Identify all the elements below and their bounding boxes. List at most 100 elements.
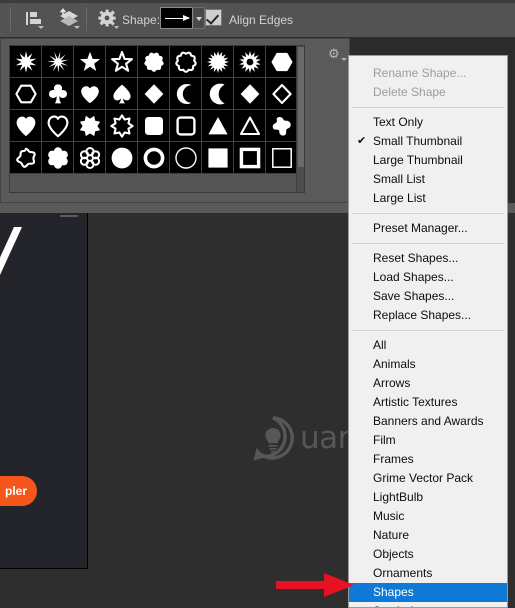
shape-swatch-diamond-outline[interactable]	[266, 78, 298, 110]
menu-item-reset-shapes[interactable]: Reset Shapes...	[349, 249, 507, 268]
promo-logo-icon	[0, 227, 22, 275]
chevron-down-icon	[341, 58, 347, 61]
shape-swatch-heart-outline[interactable]	[42, 110, 74, 142]
shape-swatch-heart-filled[interactable]	[10, 110, 42, 142]
shape-swatch-circle-filled[interactable]	[106, 142, 138, 174]
promo-privacy-policy-link[interactable]: olicy	[0, 518, 86, 529]
menu-item-label: Film	[373, 433, 396, 447]
shape-swatch-blob-star-outline[interactable]	[10, 142, 42, 174]
options-toolbar: Shape: Align Edges	[0, 0, 515, 38]
menu-item-small-thumbnail[interactable]: ✔ Small Thumbnail	[349, 132, 507, 151]
menu-item-label: Frames	[373, 452, 414, 466]
menu-item-label: Banners and Awards	[373, 414, 484, 428]
chevron-down-icon[interactable]	[194, 7, 205, 29]
shape-swatch-circle-outline-thin[interactable]	[170, 142, 202, 174]
promo-body-line-1: th quick	[0, 337, 87, 356]
menu-item-animals[interactable]: Animals	[349, 355, 507, 374]
menu-item-preset-manager[interactable]: Preset Manager...	[349, 219, 507, 238]
menu-item-delete-shape: Delete Shape	[349, 83, 507, 102]
menu-item-text-only[interactable]: Text Only	[349, 113, 507, 132]
shape-swatch-crescent-moon-thin[interactable]	[202, 78, 234, 110]
menu-item-replace-shapes[interactable]: Replace Shapes...	[349, 306, 507, 325]
align-edges-checkbox[interactable]	[205, 9, 222, 26]
shape-preview-swatch[interactable]	[160, 7, 193, 29]
shape-swatch-grid-frame	[9, 45, 305, 193]
menu-item-label: Small Thumbnail	[373, 134, 463, 148]
menu-item-label: Shapes	[373, 585, 414, 599]
toolbar-divider-2	[86, 7, 87, 31]
align-bottom-icon[interactable]	[24, 10, 46, 35]
shape-swatch-hexagon-outline[interactable]	[10, 78, 42, 110]
shape-swatch-star-5-point-filled[interactable]	[74, 46, 106, 78]
shape-swatch-grid[interactable]	[10, 46, 298, 174]
shape-swatch-eight-point-burst-outline[interactable]	[106, 110, 138, 142]
check-icon: ✔	[357, 135, 367, 147]
menu-item-banners-and-awards[interactable]: Banners and Awards	[349, 412, 507, 431]
shape-swatch-eight-point-burst-filled[interactable]	[74, 110, 106, 142]
shape-swatch-starburst-10-point[interactable]	[10, 46, 42, 78]
menu-item-load-shapes[interactable]: Load Shapes...	[349, 268, 507, 287]
menu-item-lightbulb[interactable]: LightBulb	[349, 488, 507, 507]
menu-item-large-thumbnail[interactable]: Large Thumbnail	[349, 151, 507, 170]
menu-item-film[interactable]: Film	[349, 431, 507, 450]
menu-item-label: All	[373, 338, 387, 352]
menu-item-ornaments[interactable]: Ornaments	[349, 564, 507, 583]
menu-item-nature[interactable]: Nature	[349, 526, 507, 545]
menu-item-label: Large List	[373, 191, 426, 205]
shape-swatch-square-filled[interactable]	[202, 142, 234, 174]
menu-item-music[interactable]: Music	[349, 507, 507, 526]
shape-swatch-diamond-suit-filled[interactable]	[138, 78, 170, 110]
shape-swatch-blob-cross-filled[interactable]	[266, 110, 298, 142]
shape-swatch-triangle-filled[interactable]	[202, 110, 234, 142]
shape-swatch-circle-ring-thick[interactable]	[138, 142, 170, 174]
menu-item-grime-vector-pack[interactable]: Grime Vector Pack	[349, 469, 507, 488]
shape-swatch-flower-six-petal-outline[interactable]	[74, 142, 106, 174]
promo-body-line-3: opy,	[0, 423, 87, 442]
shape-swatch-heart-suit[interactable]	[74, 78, 106, 110]
menu-item-frames[interactable]: Frames	[349, 450, 507, 469]
shape-swatch-crescent-moon-thick[interactable]	[170, 78, 202, 110]
shape-swatch-sunburst-outline[interactable]	[234, 46, 266, 78]
menu-item-large-list[interactable]: Large List	[349, 189, 507, 208]
menu-separator	[352, 243, 504, 244]
menu-item-label: Load Shapes...	[373, 270, 454, 284]
shape-grid-scrollbar[interactable]	[296, 46, 304, 192]
promo-panel[interactable]: ots th quick enu bar. opy, count. pler o…	[0, 213, 88, 569]
panel-drag-handle[interactable]	[60, 215, 78, 217]
shape-swatch-star-5-point-outline[interactable]	[106, 46, 138, 78]
shape-swatch-hexagon-filled[interactable]	[266, 46, 298, 78]
shape-swatch-square-outline-thick[interactable]	[234, 142, 266, 174]
menu-item-label: Music	[373, 509, 405, 523]
shape-swatch-spade-suit[interactable]	[106, 78, 138, 110]
menu-item-label: Objects	[373, 547, 414, 561]
shape-swatch-square-outline-thin[interactable]	[266, 142, 298, 174]
shape-swatch-triangle-outline[interactable]	[234, 110, 266, 142]
menu-item-shapes[interactable]: Shapes	[349, 583, 507, 602]
toolbar-divider-1	[10, 7, 11, 31]
menu-item-arrows[interactable]: Arrows	[349, 374, 507, 393]
menu-item-all[interactable]: All	[349, 336, 507, 355]
menu-item-label: Ornaments	[373, 566, 433, 580]
shape-swatch-flower-six-petal-filled[interactable]	[42, 142, 74, 174]
menu-item-symbols[interactable]: Symbols	[349, 602, 507, 607]
promo-cta-button[interactable]: pler	[0, 476, 37, 506]
shape-swatch-club-suit[interactable]	[42, 78, 74, 110]
preset-panel-menu-button[interactable]: ⚙	[328, 45, 348, 63]
shape-swatch-rounded-square-filled[interactable]	[138, 110, 170, 142]
shape-swatch-sunburst-filled[interactable]	[202, 46, 234, 78]
menu-item-label: Animals	[373, 357, 416, 371]
shape-swatch-starburst-jagged[interactable]	[42, 46, 74, 78]
shape-swatch-scalloped-circle-filled[interactable]	[138, 46, 170, 78]
shape-swatch-diamond-filled[interactable]	[234, 78, 266, 110]
scrollbar-thumb[interactable]	[298, 47, 304, 167]
menu-item-label: Text Only	[373, 115, 424, 129]
menu-item-small-list[interactable]: Small List	[349, 170, 507, 189]
preset-panel-context-menu[interactable]: Rename Shape... Delete Shape Text Only ✔ Sma…	[348, 55, 508, 608]
arrange-layers-icon[interactable]	[56, 8, 82, 35]
shape-swatch-scalloped-circle-outline[interactable]	[170, 46, 202, 78]
menu-item-artistic-textures[interactable]: Artistic Textures	[349, 393, 507, 412]
gear-icon[interactable]	[96, 8, 120, 35]
menu-item-save-shapes[interactable]: Save Shapes...	[349, 287, 507, 306]
shape-swatch-rounded-square-outline[interactable]	[170, 110, 202, 142]
menu-item-objects[interactable]: Objects	[349, 545, 507, 564]
